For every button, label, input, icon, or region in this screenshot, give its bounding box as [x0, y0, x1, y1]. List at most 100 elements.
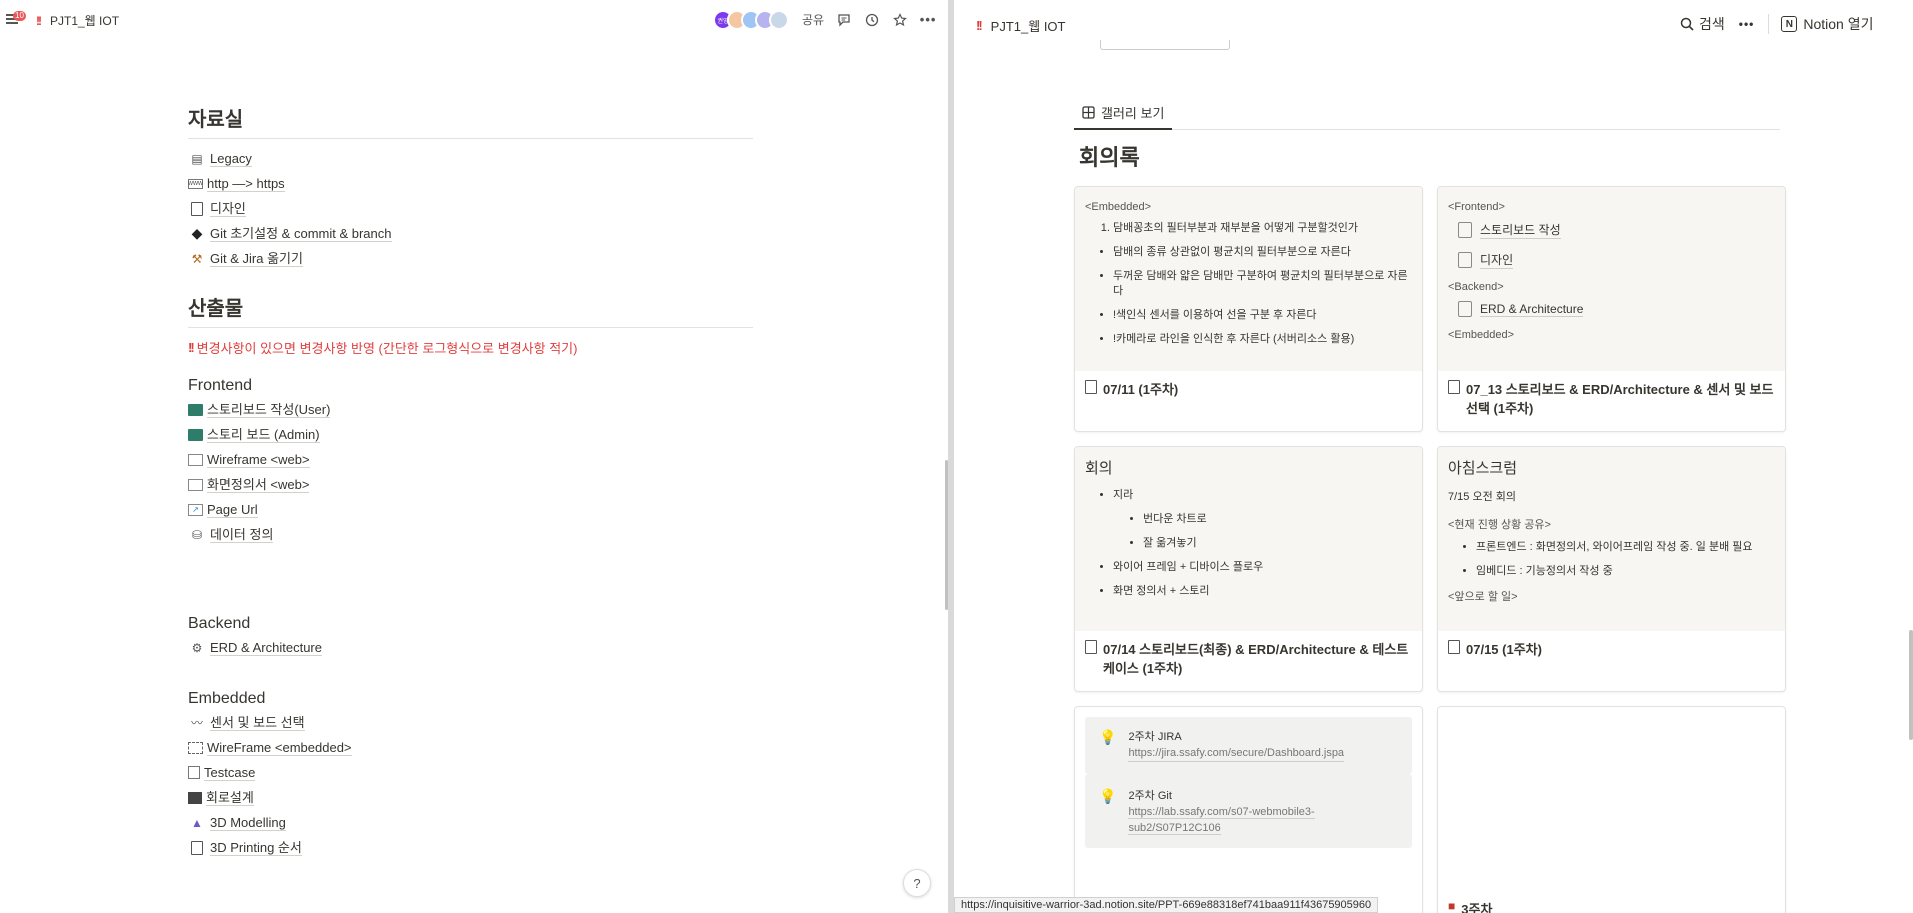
right-topbar: !! PJT1_웹 IOT 검색 ••• N Notion 열기 — [954, 0, 1913, 46]
frontend-item[interactable]: ↗ Page Url — [188, 497, 753, 522]
breadcrumb[interactable]: !! PJT1_웹 IOT — [36, 12, 119, 29]
page-icon — [1458, 301, 1472, 317]
breadcrumb[interactable]: !! PJT1_웹 IOT — [976, 16, 1065, 35]
notion-logo-icon: N — [1781, 16, 1798, 32]
wireframe-icon — [188, 478, 203, 491]
gallery-card[interactable]: <Embedded> 담배꽁초의 필터부분과 재부분을 어떻게 구분할것인가 담… — [1074, 186, 1423, 432]
left-pane: 10 !! PJT1_웹 IOT 권영 공유 ••• 자료실 ▤ Legacy … — [0, 0, 948, 913]
wireframe-icon — [188, 453, 203, 466]
change-log-notice: !! 변경사항이 있으면 변경사항 반영 (간단한 로그형식으로 변경사항 적기… — [188, 338, 753, 357]
resource-item-git-setup[interactable]: ◆ Git 초기설정 & commit & branch — [188, 221, 753, 246]
page-icon — [1448, 380, 1460, 394]
embedded-item[interactable]: ▲ 3D Modelling — [188, 810, 753, 835]
sensor-icon: 〰 — [190, 716, 203, 730]
card-cover: <Frontend> 스토리보드 작성 디자인 <Backend> ERD & … — [1438, 187, 1785, 371]
more-icon[interactable]: ••• — [920, 12, 936, 28]
database-title: 회의록 — [1079, 145, 1140, 170]
briefcase-icon: ■ — [1448, 899, 1456, 913]
divider — [188, 138, 753, 139]
resource-item-design[interactable]: 디자인 — [188, 196, 753, 221]
testcase-icon — [188, 766, 200, 779]
right-pane: !! PJT1_웹 IOT 검색 ••• N Notion 열기 갤러리 보기 … — [954, 0, 1913, 913]
lightbulb-icon: 💡 — [1099, 788, 1117, 804]
backend-item[interactable]: ⚙ ERD & Architecture — [188, 635, 753, 660]
gallery-card[interactable]: 💡 2주차 JIRA https://jira.ssafy.com/secure… — [1074, 706, 1423, 913]
scrollbar[interactable] — [1909, 630, 1913, 740]
frontend-item[interactable]: ⛁ 데이터 정의 — [188, 522, 753, 547]
page-title[interactable]: PJT1_웹 IOT — [50, 12, 119, 29]
gallery-card[interactable]: <Frontend> 스토리보드 작성 디자인 <Backend> ERD & … — [1437, 186, 1786, 432]
star-icon[interactable] — [892, 12, 908, 28]
share-button[interactable]: 공유 — [802, 11, 824, 28]
gallery-card[interactable]: ■ 3주차 — [1437, 706, 1786, 913]
git-link[interactable]: https://lab.ssafy.com/s07-webmobile3-sub… — [1128, 806, 1315, 835]
gallery-card[interactable]: 회의 지라 번다운 차트로 잘 옮겨놓기 와이어 프레임 + 디바이스 플로우 … — [1074, 446, 1423, 692]
archive-icon: ▤ — [191, 151, 203, 166]
storyboard-icon — [188, 403, 203, 416]
avatar[interactable] — [769, 10, 789, 30]
jira-link[interactable]: https://jira.ssafy.com/secure/Dashboard.… — [1128, 745, 1345, 762]
card-title: 07/15 (1주차) — [1438, 631, 1785, 666]
card-title: ■ 3주차 — [1438, 897, 1785, 913]
circuit-icon — [188, 791, 202, 804]
notice-text: 변경사항이 있으면 변경사항 반영 (간단한 로그형식으로 변경사항 적기) — [196, 341, 578, 356]
tab-gallery-view[interactable]: 갤러리 보기 — [1074, 96, 1173, 130]
clipped-element — [1100, 40, 1230, 50]
open-notion-button[interactable]: N Notion 열기 — [1768, 14, 1874, 34]
frontend-item[interactable]: 스토리보드 작성(User) — [188, 397, 753, 422]
card-title: 07/14 스토리보드(최종) & ERD/Architecture & 테스트… — [1075, 631, 1422, 685]
status-url: https://inquisitive-warrior-3ad.notion.s… — [954, 897, 1379, 913]
double-exclamation-icon: !! — [188, 340, 195, 355]
embedded-item[interactable]: 회로설계 — [188, 785, 753, 810]
card-title: 07_13 스토리보드 & ERD/Architecture & 센서 및 보드… — [1438, 371, 1785, 425]
resources-heading: 자료실 — [188, 109, 244, 131]
search-icon — [1680, 17, 1694, 31]
frontend-item[interactable]: 스토리 보드 (Admin) — [188, 422, 753, 447]
http-icon: www — [187, 178, 204, 189]
frontend-item[interactable]: 화면정의서 <web> — [188, 472, 753, 497]
tools-icon: ⚒ — [191, 251, 203, 266]
resource-item-legacy[interactable]: ▤ Legacy — [188, 146, 753, 171]
page-icon — [1085, 380, 1097, 394]
lightbulb-icon: 💡 — [1099, 729, 1117, 745]
embedded-item[interactable]: 〰 센서 및 보드 선택 — [188, 710, 753, 735]
comment-icon[interactable] — [836, 12, 852, 28]
more-icon[interactable]: ••• — [1739, 17, 1755, 31]
avatar-group[interactable]: 권영 — [713, 10, 789, 30]
resource-item-http[interactable]: www http —> https — [188, 171, 753, 196]
page-actions: 공유 ••• — [802, 11, 936, 28]
page-icon — [1458, 222, 1472, 238]
search-button[interactable]: 검색 — [1680, 14, 1725, 34]
embedded-item[interactable]: 3D Printing 순서 — [188, 835, 753, 860]
callout: 💡 2주차 JIRA https://jira.ssafy.com/secure… — [1085, 717, 1412, 774]
database-icon: ⛁ — [191, 527, 203, 542]
card-cover: 💡 2주차 JIRA https://jira.ssafy.com/secure… — [1075, 707, 1422, 858]
gallery-card[interactable]: 아침스크럼 7/15 오전 회의 <현재 진행 상황 공유> 프론트엔드 : 화… — [1437, 446, 1786, 692]
gallery-icon — [1082, 105, 1095, 119]
history-icon[interactable] — [864, 12, 880, 28]
card-title: 07/11 (1주차) — [1075, 371, 1422, 406]
frontend-item[interactable]: Wireframe <web> — [188, 447, 753, 472]
url-icon: ↗ — [188, 503, 203, 516]
frontend-heading: Frontend — [188, 377, 253, 394]
card-cover: 회의 지라 번다운 차트로 잘 옮겨놓기 와이어 프레임 + 디바이스 플로우 … — [1075, 447, 1422, 631]
outputs-heading: 산출물 — [188, 298, 244, 320]
backend-heading: Backend — [188, 615, 251, 632]
page-title[interactable]: PJT1_웹 IOT — [991, 16, 1066, 35]
double-exclamation-icon: !! — [976, 18, 983, 33]
embedded-heading: Embedded — [188, 690, 266, 707]
page-icon — [188, 202, 206, 216]
resource-item-git-jira[interactable]: ⚒ Git & Jira 옮기기 — [188, 246, 753, 271]
divider — [188, 327, 753, 328]
card-cover — [1438, 707, 1785, 897]
left-topbar: 10 !! PJT1_웹 IOT 권영 공유 ••• — [0, 0, 948, 40]
view-tabs: 갤러리 보기 — [1074, 96, 1780, 130]
card-cover: <Embedded> 담배꽁초의 필터부분과 재부분을 어떻게 구분할것인가 담… — [1075, 187, 1422, 371]
resources-section: 자료실 ▤ Legacy www http —> https 디자인 ◆ Git 초기… — [188, 103, 753, 271]
embedded-item[interactable]: Testcase — [188, 760, 753, 785]
modelling-icon: ▲ — [191, 815, 203, 830]
help-button[interactable]: ? — [903, 869, 931, 897]
embedded-item[interactable]: WireFrame <embedded> — [188, 735, 753, 760]
git-icon: ◆ — [191, 225, 203, 241]
card-cover: 아침스크럼 7/15 오전 회의 <현재 진행 상황 공유> 프론트엔드 : 화… — [1438, 447, 1785, 631]
